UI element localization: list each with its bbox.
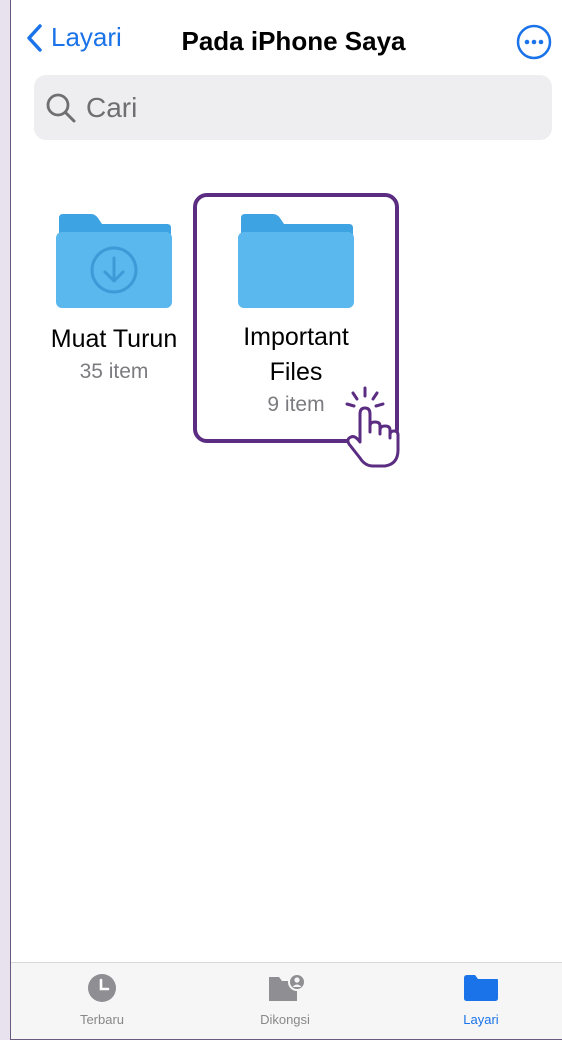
- magnifying-glass-icon: [46, 93, 76, 122]
- navigation-bar: Layari Pada iPhone Saya: [11, 0, 562, 76]
- tab-terbaru[interactable]: Terbaru: [42, 973, 162, 1027]
- search-placeholder: Cari: [86, 91, 138, 123]
- tab-label: Layari: [463, 1012, 499, 1027]
- tab-label: Dikongsi: [260, 1012, 310, 1027]
- files-app-screen: Layari Pada iPhone Saya Cari Muat Turun …: [10, 0, 562, 1040]
- folder-name-line1: Important: [243, 323, 349, 351]
- folder-muat-turun[interactable]: Muat Turun 35 item: [41, 214, 187, 387]
- ellipsis-circle-icon[interactable]: [516, 24, 552, 60]
- page-title: Pada iPhone Saya: [181, 26, 406, 56]
- download-folder-icon: [56, 214, 172, 308]
- search-field[interactable]: Cari: [34, 75, 552, 140]
- tab-label: Terbaru: [79, 1012, 125, 1027]
- tab-layari[interactable]: Layari: [421, 973, 541, 1027]
- tap-hand-cursor-icon: [345, 386, 400, 468]
- folder-name: Muat Turun: [50, 325, 178, 353]
- folder-item-count: 35 item: [79, 360, 149, 383]
- folder-icon: [464, 975, 498, 1001]
- shared-folder-icon: [269, 973, 306, 1001]
- folder-icon: [238, 214, 354, 308]
- clock-icon: [88, 974, 116, 1002]
- tab-dikongsi[interactable]: Dikongsi: [225, 973, 345, 1027]
- tab-bar: Terbaru Dikongsi Layari: [11, 962, 562, 1039]
